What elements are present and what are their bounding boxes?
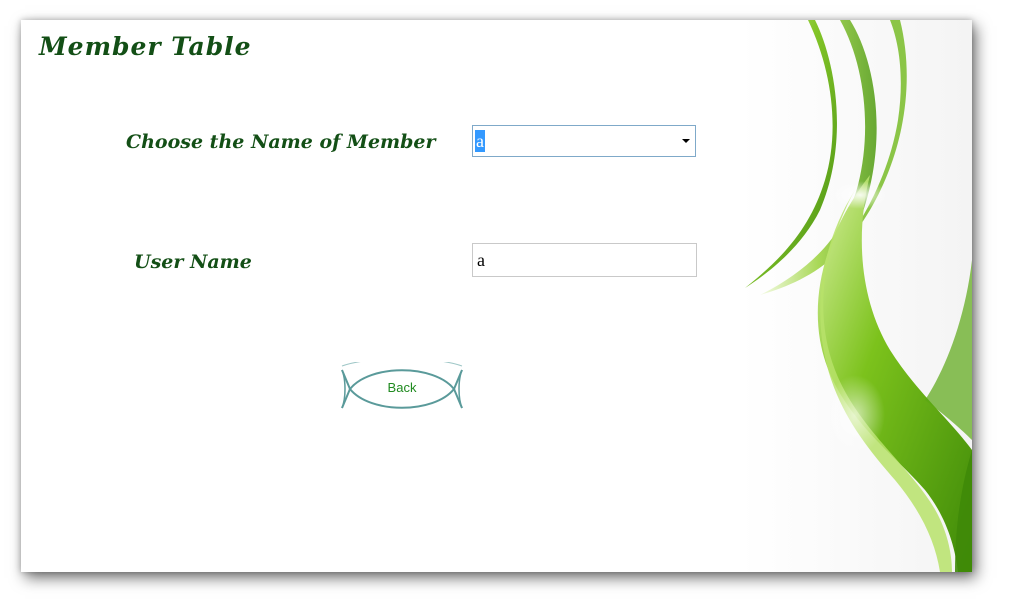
page-title: Member Table — [39, 32, 252, 61]
chevron-down-icon[interactable] — [682, 139, 690, 143]
member-table-window: Member Table Choose the Name of Member a… — [21, 20, 972, 572]
member-name-label: Choose the Name of Member — [126, 131, 436, 153]
member-name-selected-value: a — [475, 130, 485, 152]
user-name-label: User Name — [134, 251, 252, 273]
app-window-frame: Member Table Choose the Name of Member a… — [21, 20, 972, 572]
user-name-value: a — [477, 250, 485, 270]
back-button-label: Back — [387, 380, 417, 395]
user-name-field[interactable]: a — [472, 243, 697, 277]
back-button[interactable]: Back — [340, 362, 464, 416]
green-swirl-decoration — [740, 20, 972, 572]
member-name-dropdown[interactable]: a — [472, 125, 696, 157]
